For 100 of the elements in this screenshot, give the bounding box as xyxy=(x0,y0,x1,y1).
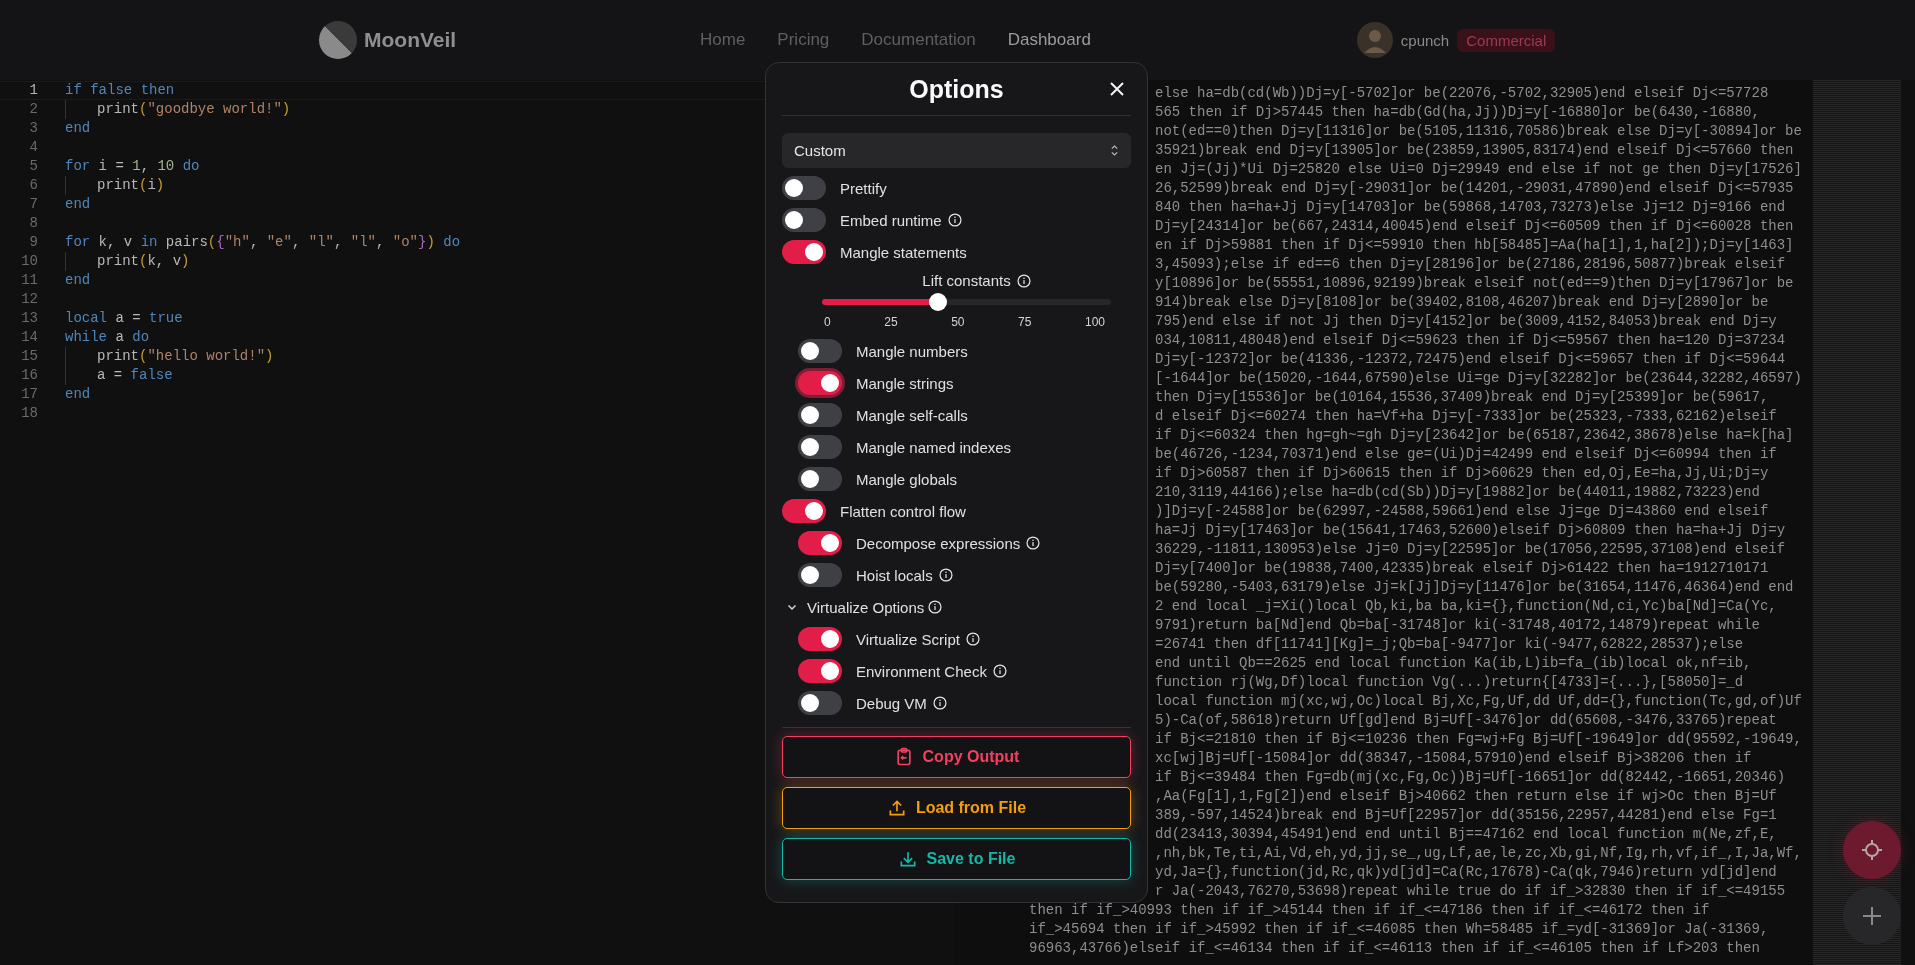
output-line: y[10896]or be(55551,10896,92199)break elseif not(ed==9)then Dj=y[17967]or be xyxy=(1155,274,1794,293)
line-number: 10 xyxy=(20,252,38,271)
line-number: 18 xyxy=(20,404,38,423)
tick-label: 100 xyxy=(1084,315,1105,329)
section-toggle[interactable]: Virtualize Options xyxy=(782,598,925,616)
toggle-switch[interactable] xyxy=(782,176,826,200)
nav-link[interactable]: Dashboard xyxy=(1007,30,1091,50)
info-icon[interactable] xyxy=(928,600,943,614)
line-number: 6 xyxy=(28,176,38,195)
output-line: be(59280,-5403,63179)else Jj=k[Jj]Dj=y[11476]or be(31654,11476,46364)end end xyxy=(1155,578,1794,597)
code-line: local a = true xyxy=(65,309,183,328)
info-icon[interactable] xyxy=(1016,273,1031,288)
output-line: dd(23413,30394,45491)end end until Bj==47162 end local function m(Ne,zf,E, xyxy=(1155,825,1777,844)
option-label: Mangle numbers xyxy=(856,342,968,360)
option-label: Mangle statements xyxy=(840,243,967,261)
plan-badge: Commercial xyxy=(1457,28,1556,52)
line-number: 7 xyxy=(28,195,38,214)
output-line: if Dj<=60324 then hg=gh~=gh Dj=y[23642]or be(65187,23642,38678)else ha=k[ha] xyxy=(1155,426,1794,445)
output-line: not(ed==0)then Dj=y[11316]or be(5105,11316,70586)break else Dj=y[-30894]or be xyxy=(1155,122,1802,141)
toggle-switch[interactable] xyxy=(798,563,842,587)
action-button[interactable]: Save to File xyxy=(782,838,1131,880)
toggle-switch[interactable] xyxy=(782,499,826,523)
output-line: if Bj<=21810 then if Bj<=10236 then Fg=wj+Fg Bj=Uf[-19649]or dd(95592,-19649, xyxy=(1155,730,1802,749)
dialog-title: Options xyxy=(909,74,1004,104)
output-line: 034,10811,48048)end elseif Dj<=59623 then if Dj<=59567 then ha=120 Dj=37234 xyxy=(1155,331,1786,350)
line-number: 5 xyxy=(28,157,38,176)
option-label: Virtualize Script xyxy=(856,630,960,648)
output-line: d elseif Dj<=60274 then ha=Vf+ha Dj=y[-7333]or be(25323,-7333,62162)elseif xyxy=(1155,407,1777,426)
line-number: 11 xyxy=(20,271,38,290)
option-label: Mangle named indexes xyxy=(856,438,1012,456)
toggle-switch[interactable] xyxy=(798,371,842,395)
user-name: cpunch xyxy=(1400,31,1450,49)
code-line: end xyxy=(65,271,91,290)
output-line: 389,-597,14524)break end Bj=Uf[22957]or dd(35156,22957,44281)end else Fg=1 xyxy=(1155,806,1777,825)
output-line: 210,3119,44166);else ha=db(cd(Sb))Dj=y[19882]or be(44011,19882,73223)end xyxy=(1155,483,1760,502)
option-label: Prettify xyxy=(840,179,887,197)
info-icon[interactable] xyxy=(1026,536,1041,550)
toggle-switch[interactable] xyxy=(798,531,842,555)
line-number: 9 xyxy=(28,233,38,252)
toggle-switch[interactable] xyxy=(782,208,826,232)
output-line: r Ja(-2043,76270,53698)repeat while true do if if_>32830 then if if_<=49155 xyxy=(1155,882,1786,901)
action-button[interactable]: Copy Output xyxy=(782,736,1131,778)
avatar-icon[interactable] xyxy=(1356,22,1393,58)
output-line: local function mj(xc,wj,Oc)local Bj,Xc,Fg,Uf,dd Uf,dd={},function(Tc,gd,of)Uf xyxy=(1155,692,1802,711)
line-number: 13 xyxy=(20,309,38,328)
output-line: xc[wj]Bj=Uf[-15084]or dd(38347,-15084,57910)end elseif Bj>38206 then if xyxy=(1155,749,1752,768)
brand-name[interactable]: MoonVeil xyxy=(364,28,457,52)
toggle-switch[interactable] xyxy=(798,659,842,683)
code-line: print("hello world!") xyxy=(97,347,274,366)
toggle-switch[interactable] xyxy=(798,339,842,363)
slider[interactable] xyxy=(822,293,1111,311)
output-line: if Dj>60587 then if Dj>60615 then if Dj>60629 then ed,Oj,Ee=ha,Jj,Ui;Dj=y xyxy=(1155,464,1769,483)
line-number: 14 xyxy=(20,328,38,347)
info-icon[interactable] xyxy=(947,213,962,227)
output-line: end until Qb==2625 end local function Ka(ib,L)ib=fa_(ib)local ok,nf=ib, xyxy=(1155,654,1752,673)
code-line: end xyxy=(65,195,91,214)
output-line: 840 then ha=ha+Jj Dj=y[14703]or be(59868,14703,73273)else Jj=12 Dj=9166 end xyxy=(1155,198,1786,217)
updown-chevron-icon xyxy=(1110,144,1119,157)
code-line: print("goodbye world!") xyxy=(97,100,291,119)
toggle-switch[interactable] xyxy=(798,435,842,459)
code-line: for i = 1, 10 do xyxy=(65,157,200,176)
output-line: yd,Ja={},function(jd,Rc,qk)yd[jd]=Ca(Rc,17678)-Ca(qk,7946)return yd[jd]end xyxy=(1155,863,1777,882)
code-line: print(k, v) xyxy=(97,252,190,271)
info-icon[interactable] xyxy=(965,632,980,646)
info-icon[interactable] xyxy=(992,664,1007,678)
code-line: end xyxy=(65,385,91,404)
tick-label: 0 xyxy=(824,315,831,329)
option-label: Decompose expressions xyxy=(856,534,1021,552)
line-number: 1 xyxy=(28,82,38,99)
output-line: then Dj=y[15536]or be(10164,15536,37409)break end Dj=y[25399]or be(59617, xyxy=(1155,388,1769,407)
output-line: en Jj=(Jj)*Ui Dj=25820 else Ui=0 Dj=29949 end else if not ge then Dj=y[17526] xyxy=(1155,160,1802,179)
code-line: print(i) xyxy=(97,176,165,195)
info-icon[interactable] xyxy=(938,568,953,582)
output-line: if Bj<=39484 then Fg=db(mj(xc,Fg,Oc))Bj=Uf[-16651]or dd(82442,-16651,20346) xyxy=(1155,768,1786,787)
output-line: be(46726,-1234,70371)end else ge=(Ui)Dj=42499 end elseif Dj<=60994 then if xyxy=(1155,445,1777,464)
output-line: function rj(Wg,Df)local function Vg(...)return{[4733]={...},[58050]=_d xyxy=(1155,673,1744,692)
code-line: end xyxy=(65,119,91,138)
output-line: Dj=y[-12372]or be(41336,-12372,72475)end elseif Dj<=59657 then if Dj<=59644 xyxy=(1155,350,1786,369)
code-line: a = false xyxy=(97,366,173,385)
line-number: 8 xyxy=(28,214,38,233)
line-number: 4 xyxy=(28,138,38,157)
plus-icon xyxy=(1860,904,1884,928)
line-number: 15 xyxy=(20,347,38,366)
toggle-switch[interactable] xyxy=(798,467,842,491)
output-line: ha=Jj Dj=y[17463]or be(15641,17463,52600)elseif Dj>60809 then ha=ha+Jj Dj=y xyxy=(1155,521,1786,540)
toggle-switch[interactable] xyxy=(798,403,842,427)
info-icon[interactable] xyxy=(932,696,947,710)
preset-dropdown[interactable]: Custom xyxy=(782,133,1131,168)
option-label: Mangle strings xyxy=(856,374,954,392)
line-number: 16 xyxy=(20,366,38,385)
toggle-switch[interactable] xyxy=(798,691,842,715)
output-line: 914)break else Dj=y[8108]or be(39402,8108,46207)break end Dj=y[2890]or be xyxy=(1155,293,1769,312)
output-line: )]Dj=y[-24588]or be(62997,-24588,59661)end else Jj=ge Dj=43860 end elseif xyxy=(1155,502,1769,521)
output-line: 36229,-11811,130953)else Jj=0 Dj=y[22595]or be(17056,22595,37108)end elseif xyxy=(1155,540,1786,559)
option-label: Debug VM xyxy=(856,694,927,712)
action-button[interactable]: Load from File xyxy=(782,787,1131,829)
output-line: en if Dj>59881 then if Dj<=59910 then hb[58485]=Aa(ha[1],1,ha[2]);Dj=y[1463] xyxy=(1155,236,1794,255)
toggle-switch[interactable] xyxy=(798,627,842,651)
option-label: Hoist locals xyxy=(856,566,933,584)
toggle-switch[interactable] xyxy=(782,240,826,264)
